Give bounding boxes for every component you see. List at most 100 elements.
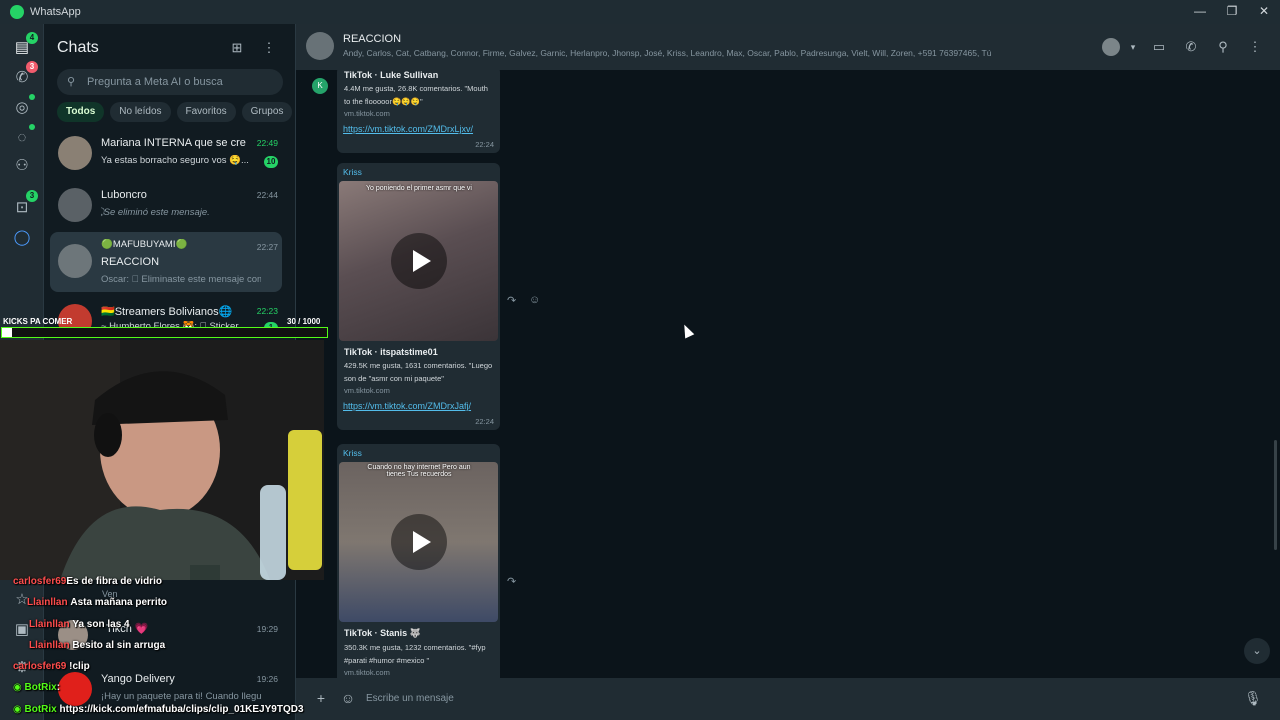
message-input[interactable]: Escribe un mensaje bbox=[358, 686, 1238, 712]
stream-chat-line: Llainllan Besito al sin arruga bbox=[29, 640, 165, 651]
chat-message: Es de fibra de vidrio bbox=[66, 576, 162, 587]
message-area: K TikTok · Luke Sullivan 4.4M me gusta, … bbox=[296, 70, 1280, 678]
filter-favoritos[interactable]: Favoritos bbox=[176, 102, 236, 122]
goal-counter: 30 / 1000 bbox=[287, 317, 321, 326]
avatar bbox=[58, 136, 92, 170]
search-input[interactable]: ⚲ Pregunta a Meta AI o busca bbox=[57, 69, 283, 95]
chat-time: 22:44 bbox=[256, 190, 278, 200]
scrollbar[interactable] bbox=[1274, 440, 1277, 550]
link-site: vm.tiktok.com bbox=[344, 386, 390, 395]
link-description: 4.4M me gusta, 26.8K comentarios. "Mouth… bbox=[344, 84, 488, 106]
scroll-down-button[interactable]: ⌄ bbox=[1244, 638, 1270, 664]
filter-grupos[interactable]: Grupos bbox=[241, 102, 293, 122]
chat-message: Ya son las 4 bbox=[72, 619, 130, 630]
chat-message: !clip bbox=[69, 661, 90, 672]
chat-user: Llainllan bbox=[29, 619, 70, 630]
video-thumbnail[interactable]: Cuando no hay internet Pero aun tienes T… bbox=[339, 462, 498, 622]
chat-row-mariana[interactable]: Mariana INTERNA que se cre... 22:49 Ya e… bbox=[50, 128, 282, 184]
voice-call-icon[interactable]: ✆ bbox=[1182, 38, 1200, 56]
avatar bbox=[58, 244, 92, 278]
verified-badge-icon: ◉ bbox=[13, 682, 25, 693]
chat-name: Luboncro bbox=[101, 189, 147, 201]
menu-icon[interactable]: ⋮ bbox=[261, 40, 277, 56]
channels-dot bbox=[29, 124, 35, 130]
link-site: vm.tiktok.com bbox=[344, 109, 390, 118]
filter-no-leidos[interactable]: No leídos bbox=[110, 102, 171, 122]
stream-chat-line: Llainllan Asta mañana perrito bbox=[27, 597, 167, 608]
stream-chat-line: carlosfer69Es de fibra de vidrio bbox=[13, 576, 162, 587]
microphone-icon[interactable]: 🎙 bbox=[1244, 689, 1262, 707]
unread-count: 10 bbox=[264, 156, 278, 168]
chat-message: Besito al sin arruga bbox=[72, 640, 166, 651]
chats-badge: 4 bbox=[26, 32, 38, 44]
meta-ai-icon[interactable]: ◯ bbox=[12, 228, 32, 248]
emoji-sticker-icon[interactable]: ☺ bbox=[339, 689, 357, 707]
archive-badge: 3 bbox=[26, 190, 38, 202]
message-time: 22:24 bbox=[475, 140, 494, 149]
group-members: Andy, Carlos, Cat, Catbang, Connor, Firm… bbox=[343, 48, 992, 58]
goal-progress-fill bbox=[2, 328, 12, 337]
stream-chat-line: ◉ BotRix: bbox=[13, 682, 60, 693]
message-link[interactable]: https://vm.tiktok.com/ZMDrxLjxv/ bbox=[337, 118, 500, 134]
link-title: TikTok · Luke Sullivan bbox=[344, 70, 439, 80]
calls-badge: 3 bbox=[26, 61, 38, 73]
chat-user: BotRix bbox=[24, 704, 57, 715]
restore-button[interactable]: ❐ bbox=[1216, 0, 1248, 24]
new-chat-icon[interactable]: ⊞ bbox=[229, 40, 245, 56]
chat-message: https://kick.com/efmafuba/clips/clip_01K… bbox=[59, 704, 304, 715]
play-icon[interactable] bbox=[391, 233, 447, 289]
video-call-icon[interactable]: ▭ bbox=[1150, 38, 1168, 56]
stream-chat-line: ◉ BotRix https://kick.com/efmafuba/clips… bbox=[13, 704, 304, 715]
chat-preview: Oscar: ⃠ Eliminaste este mensaje com... bbox=[101, 274, 261, 285]
search-icon[interactable]: ⚲ bbox=[1214, 38, 1232, 56]
chat-user: carlosfer69 bbox=[13, 661, 67, 672]
message-sender: Kriss bbox=[343, 448, 362, 458]
chat-message: : bbox=[56, 682, 61, 693]
forward-icon[interactable]: ↷ bbox=[507, 575, 516, 588]
webcam-feed bbox=[0, 340, 324, 580]
chat-user: carlosfer69 bbox=[13, 576, 67, 587]
status-nav-icon[interactable]: ◎ bbox=[12, 98, 32, 118]
link-site: vm.tiktok.com bbox=[344, 668, 390, 677]
group-avatar[interactable] bbox=[306, 32, 334, 60]
chat-preview: ⃠ Se eliminó este mensaje. bbox=[101, 207, 210, 218]
channels-nav-icon[interactable]: ◌ bbox=[12, 128, 32, 148]
message-bubble: TikTok · Luke Sullivan 4.4M me gusta, 26… bbox=[337, 70, 500, 153]
avatar bbox=[58, 188, 92, 222]
chat-message: Asta mañana perrito bbox=[70, 597, 168, 608]
message-sender: Kriss bbox=[343, 167, 362, 177]
chat-preview: Ya estas borracho seguro vos 🤤... bbox=[101, 155, 249, 166]
sender-avatar: K bbox=[312, 78, 328, 94]
minimize-button[interactable]: — bbox=[1184, 0, 1216, 24]
kicks-goal-overlay: KICKS PA COMER 30 / 1000 bbox=[0, 315, 328, 339]
stream-chat-line: Llainllan Ya son las 4 bbox=[29, 619, 130, 630]
stream-chat-overlay: carlosfer69Es de fibra de vidrio Llainll… bbox=[0, 574, 330, 720]
whatsapp-logo-icon bbox=[10, 5, 24, 19]
stream-chat-line: carlosfer69 !clip bbox=[13, 661, 90, 672]
close-button[interactable]: ✕ bbox=[1248, 0, 1280, 24]
status-dot bbox=[29, 94, 35, 100]
message-link[interactable]: https://vm.tiktok.com/ZMDrxJafj/ bbox=[337, 395, 500, 411]
forward-icon[interactable]: ↷ bbox=[507, 294, 516, 307]
link-description: 429.5K me gusta, 1631 comentarios. "Lueg… bbox=[344, 361, 493, 383]
react-emoji-icon[interactable]: ☺ bbox=[529, 294, 540, 306]
chats-title: Chats bbox=[57, 39, 99, 56]
participant-avatar[interactable] bbox=[1102, 38, 1120, 56]
title-bar: WhatsApp — ❐ ✕ bbox=[0, 0, 1280, 24]
chat-row-reaccion[interactable]: 🟢MAFUBUYAMI🟢 22:27 REACCION Oscar: ⃠ Eli… bbox=[50, 232, 282, 292]
communities-nav-icon[interactable]: ⚇ bbox=[12, 156, 32, 176]
thumbnail-caption: Cuando no hay internet Pero aun tienes T… bbox=[367, 464, 471, 478]
chat-time: 22:27 bbox=[256, 242, 278, 252]
filter-todos[interactable]: Todos bbox=[57, 102, 105, 122]
conversation-header[interactable]: REACCION Andy, Carlos, Cat, Catbang, Con… bbox=[296, 24, 1280, 70]
window-title: WhatsApp bbox=[30, 6, 81, 18]
message-bubble: Kriss Yo poniendo el primer asmr que vi … bbox=[337, 163, 500, 430]
chat-row-luboncro[interactable]: Luboncro 22:44 ⃠ Se eliminó este mensaje… bbox=[50, 180, 282, 236]
link-title: TikTok · Stanis 🐺 bbox=[344, 628, 421, 638]
menu-icon[interactable]: ⋮ bbox=[1246, 38, 1264, 56]
link-title: TikTok · itspatstime01 bbox=[344, 347, 438, 357]
chevron-down-icon[interactable]: ▾ bbox=[1124, 38, 1142, 56]
link-description: 350.3K me gusta, 1232 comentarios. "#fyp… bbox=[344, 643, 486, 665]
video-thumbnail[interactable]: Yo poniendo el primer asmr que vi bbox=[339, 181, 498, 341]
play-icon[interactable] bbox=[391, 514, 447, 570]
